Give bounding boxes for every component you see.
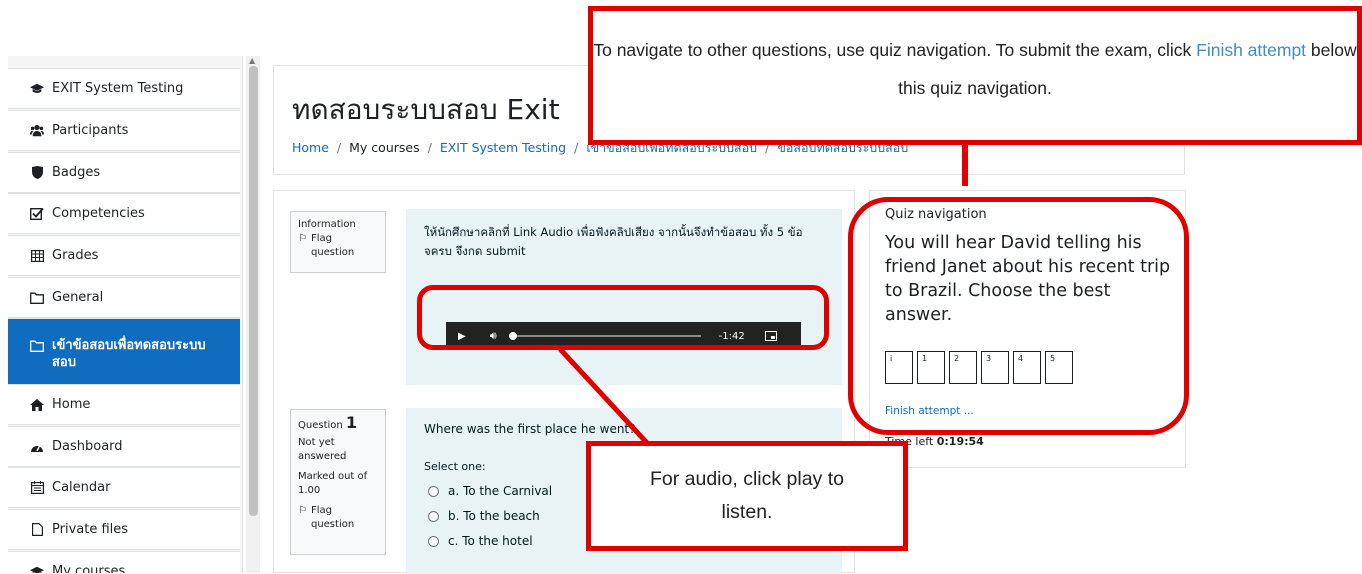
folder-icon: [30, 291, 44, 305]
sidebar-item-label: Badges: [52, 165, 101, 180]
audio-player-highlight: [417, 285, 829, 350]
dashboard-icon: [30, 440, 44, 454]
sidebar-item-label: EXIT System Testing: [52, 81, 184, 96]
sidebar-item-dashboard[interactable]: Dashboard: [8, 426, 240, 467]
sidebar-item-calendar[interactable]: Calendar: [8, 467, 240, 508]
graduation-cap-icon: [30, 82, 44, 96]
sidebar-item-label: Competencies: [52, 206, 145, 221]
sidebar-item-label: Grades: [52, 248, 99, 263]
breadcrumb-my-courses: My courses: [349, 140, 420, 155]
question-label: Question: [298, 420, 343, 431]
home-icon: [30, 398, 44, 412]
information-info: Information ⚐ Flag question: [290, 211, 386, 273]
audio-instruction-callout: For audio, click play to listen.: [586, 441, 908, 551]
question-marks: Marked out of 1.00: [298, 471, 368, 496]
answer-option-c[interactable]: c. To the hotel: [428, 534, 552, 548]
sidebar-item-badges[interactable]: Badges: [8, 152, 240, 193]
question-number: 1: [345, 413, 358, 432]
course-index-sidebar: EXIT System Testing Participants Badges …: [8, 56, 243, 573]
question-info: Question 1 Not yet answered Marked out o…: [290, 409, 386, 555]
breadcrumb-home[interactable]: Home: [292, 140, 329, 155]
sidebar-item-general[interactable]: General: [8, 277, 240, 318]
sidebar-item-competencies[interactable]: Competencies: [8, 193, 240, 234]
answer-option-a[interactable]: a. To the Carnival: [428, 484, 552, 498]
sidebar-item-grades[interactable]: Grades: [8, 235, 240, 276]
sidebar-item-label: Private files: [52, 522, 129, 537]
sidebar-item-participants[interactable]: Participants: [8, 110, 240, 151]
graduation-cap-icon: [30, 565, 44, 573]
breadcrumb-course[interactable]: EXIT System Testing: [440, 140, 566, 155]
sidebar-item-label: Calendar: [52, 480, 111, 495]
sidebar-scrollbar[interactable]: ▲: [246, 56, 260, 573]
question-status: Not yet answered: [298, 437, 347, 462]
shield-icon: [30, 166, 44, 180]
users-icon: [30, 124, 44, 138]
flag-question-link[interactable]: ⚐ Flag question: [298, 232, 378, 260]
scrollbar-thumb[interactable]: [249, 66, 258, 516]
file-icon: [30, 523, 44, 537]
page-title: ทดสอบระบบสอบ Exit: [292, 93, 560, 126]
sidebar-item-label: Dashboard: [52, 439, 123, 454]
table-icon: [30, 249, 44, 263]
information-text: ให้นักศึกษาคลิกที่ Link Audio เพื่อฟังคล…: [424, 225, 803, 258]
sidebar-item-my-courses[interactable]: My courses: [8, 551, 240, 573]
sidebar-item-label: Home: [52, 397, 91, 412]
sidebar-item-label: Participants: [52, 123, 129, 138]
quiz-navigation-highlight: [848, 197, 1189, 435]
scroll-up-icon[interactable]: ▲: [249, 56, 255, 65]
radio-button[interactable]: [428, 485, 439, 497]
select-one-label: Select one:: [424, 460, 486, 473]
finish-attempt-highlight-text: Finish attempt: [1196, 40, 1307, 60]
information-label: Information: [298, 219, 356, 230]
question-text: Where was the first place he went?: [424, 422, 636, 436]
check-square-icon: [30, 207, 44, 221]
sidebar-item-label: เข้าข้อสอบเพื่อทดสอบระบบสอบ: [52, 338, 206, 370]
callout-connector: [962, 144, 968, 186]
flag-icon: ⚐: [298, 505, 307, 516]
sidebar-item-home[interactable]: Home: [8, 384, 240, 425]
radio-button[interactable]: [428, 535, 439, 547]
radio-button[interactable]: [428, 510, 439, 522]
time-left-value: 0:19:54: [936, 435, 984, 448]
folder-icon: [30, 339, 44, 353]
navigation-instruction-callout: To navigate to other questions, use quiz…: [588, 6, 1362, 145]
flag-question-link[interactable]: ⚐ Flag question: [298, 504, 378, 532]
sidebar-item-course[interactable]: EXIT System Testing: [8, 68, 240, 109]
sidebar-item-label: My courses: [52, 564, 126, 573]
flag-icon: ⚐: [298, 233, 307, 244]
sidebar-item-private-files[interactable]: Private files: [8, 509, 240, 550]
answer-option-b[interactable]: b. To the beach: [428, 509, 552, 523]
sidebar-item-label: General: [52, 290, 104, 305]
calendar-icon: [30, 481, 44, 495]
